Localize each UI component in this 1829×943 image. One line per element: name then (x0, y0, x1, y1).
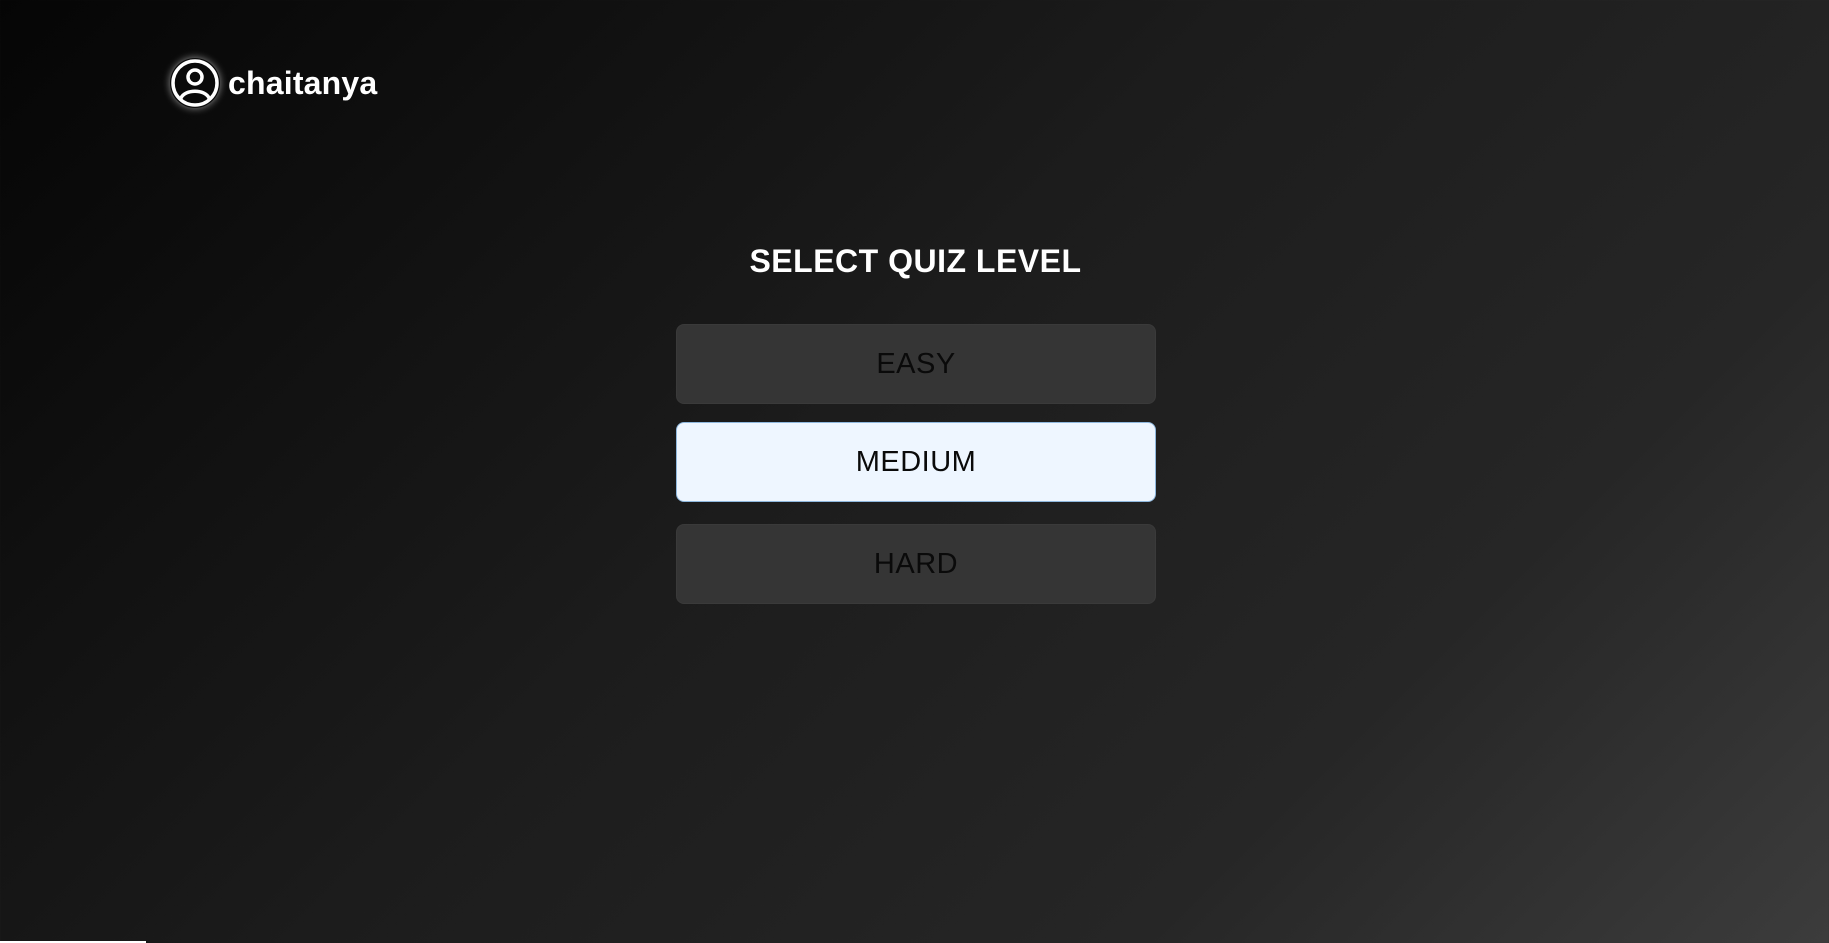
level-easy-button[interactable]: EASY (676, 324, 1156, 404)
level-hard-button[interactable]: HARD (676, 524, 1156, 604)
user-profile[interactable]: chaitanya (170, 58, 377, 108)
level-medium-button[interactable]: MEDIUM (676, 422, 1156, 502)
user-avatar[interactable] (170, 58, 220, 108)
user-circle-icon (171, 59, 219, 107)
username: chaitanya (228, 64, 378, 101)
page-title: SELECT QUIZ LEVEL (749, 243, 1082, 279)
